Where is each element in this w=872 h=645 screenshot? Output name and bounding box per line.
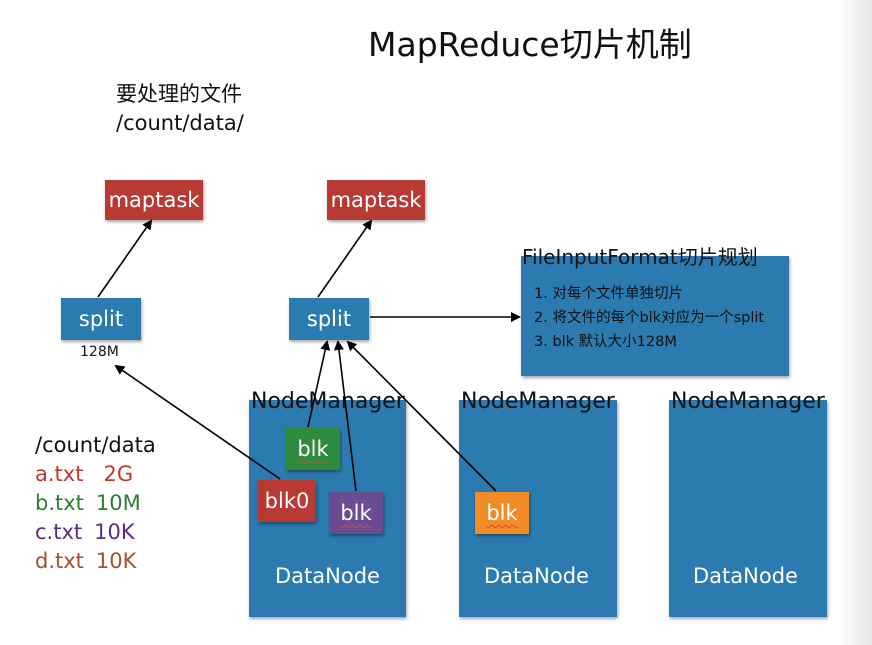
arrow-split1-to-maptask1 <box>97 219 153 298</box>
arrow-split2-to-maptask2 <box>317 219 373 298</box>
arrow-layer <box>97 219 521 492</box>
arrow-blk0-to-split1 <box>114 364 281 480</box>
arrow-purple-blk-to-split2 <box>333 340 357 492</box>
arrow-orange-blk-to-split2 <box>346 340 497 492</box>
arrow-green-blk-to-split2 <box>307 340 331 428</box>
